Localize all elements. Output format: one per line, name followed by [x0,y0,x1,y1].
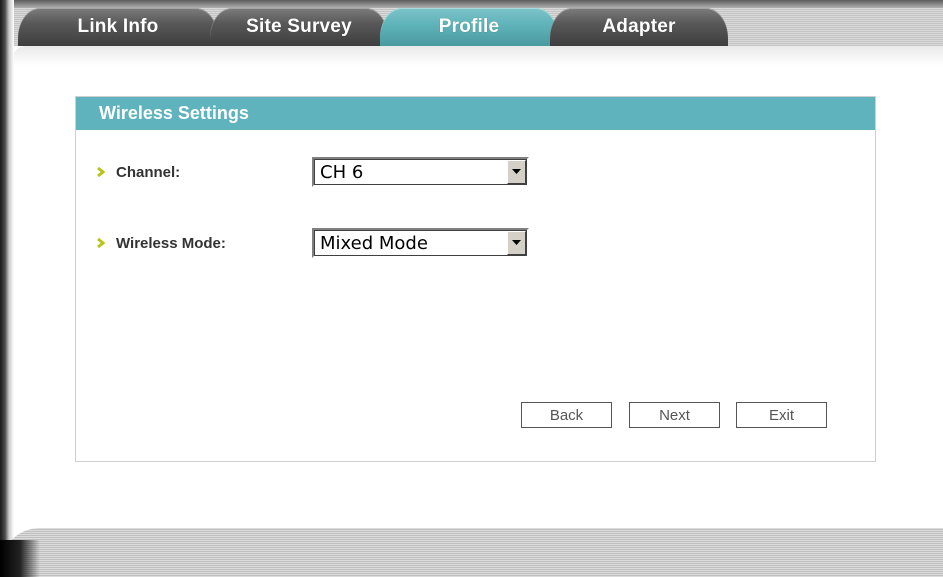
channel-label: Channel: [116,163,181,181]
tab-label: Site Survey [246,16,352,37]
wireless-settings-panel: Wireless Settings Channel: CH 6 Wireless… [75,96,876,462]
tab-label: Link Info [77,16,159,37]
channel-row: Channel: CH 6 [94,157,529,187]
dropdown-arrow-icon[interactable] [507,160,526,184]
wireless-mode-value: Mixed Mode [320,233,428,254]
window-left-edge [0,0,14,577]
wireless-mode-row: Wireless Mode: Mixed Mode [94,228,529,258]
panel-title: Wireless Settings [76,97,875,130]
tab-bar: Link Info Site Survey Profile Adapter [18,8,728,46]
tab-profile[interactable]: Profile [380,8,558,46]
tab-adapter[interactable]: Adapter [550,8,728,46]
chevron-right-icon [94,165,108,179]
tab-link-info[interactable]: Link Info [18,8,218,46]
channel-value: CH 6 [320,162,364,183]
dropdown-arrow-icon[interactable] [507,231,526,255]
channel-select[interactable]: CH 6 [312,157,529,187]
back-button[interactable]: Back [521,402,612,428]
app-window: Link Info Site Survey Profile Adapter Wi… [0,0,943,577]
top-band-shadow [0,0,943,8]
next-button[interactable]: Next [629,402,720,428]
wireless-mode-select[interactable]: Mixed Mode [312,228,529,258]
wireless-mode-label: Wireless Mode: [116,234,226,252]
exit-button[interactable]: Exit [736,402,827,428]
tab-label: Adapter [602,16,676,37]
tab-label: Profile [438,16,500,37]
tab-site-survey[interactable]: Site Survey [210,8,388,46]
bottom-band [0,528,943,577]
chevron-right-icon [94,236,108,250]
bottom-band-corner [0,540,40,577]
